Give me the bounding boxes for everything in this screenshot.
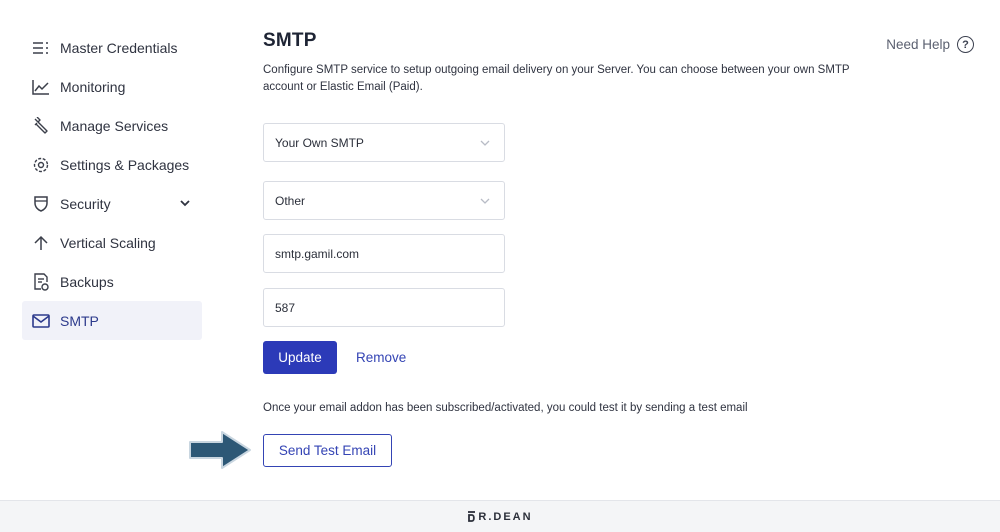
sidebar-item-monitoring[interactable]: Monitoring xyxy=(22,67,202,106)
chevron-down-icon xyxy=(480,140,490,146)
need-help-label: Need Help xyxy=(886,37,950,52)
main-content: SMTP Configure SMTP service to setup out… xyxy=(263,30,983,96)
brand-logo: R.DEAN xyxy=(467,511,532,523)
list-icon xyxy=(32,39,50,57)
update-button[interactable]: Update xyxy=(263,341,337,374)
brand-mark-icon xyxy=(467,511,476,522)
sidebar-item-label: SMTP xyxy=(60,312,99,329)
chevron-down-icon[interactable] xyxy=(180,200,190,207)
sidebar-item-security[interactable]: Security xyxy=(22,184,202,223)
smtp-port-input[interactable] xyxy=(263,288,505,327)
sidebar-item-label: Master Credentials xyxy=(60,39,178,56)
sidebar-item-backups[interactable]: Backups xyxy=(22,262,202,301)
page-description: Configure SMTP service to setup outgoing… xyxy=(263,64,850,93)
provider-select-value: Your Own SMTP xyxy=(275,135,364,150)
sidebar-item-label: Backups xyxy=(60,273,114,290)
sidebar-item-vertical-scaling[interactable]: Vertical Scaling xyxy=(22,223,202,262)
footer: R.DEAN xyxy=(0,500,1000,532)
test-email-note: Once your email addon has been subscribe… xyxy=(263,402,748,414)
service-select[interactable]: Other xyxy=(263,181,505,220)
sidebar-item-label: Vertical Scaling xyxy=(60,234,156,251)
remove-button[interactable]: Remove xyxy=(356,350,406,365)
sidebar-item-label: Monitoring xyxy=(60,78,126,95)
sidebar-item-manage-services[interactable]: Manage Services xyxy=(22,106,202,145)
backup-file-icon xyxy=(32,272,50,291)
page-title: SMTP xyxy=(263,30,317,51)
need-help-link[interactable]: Need Help ? xyxy=(886,36,974,53)
send-test-email-button[interactable]: Send Test Email xyxy=(263,434,392,467)
arrow-up-icon xyxy=(32,234,50,252)
smtp-host-input[interactable] xyxy=(263,234,505,273)
sidebar-item-label: Manage Services xyxy=(60,117,169,134)
brand-name: R.DEAN xyxy=(478,510,533,523)
pointer-arrow-icon xyxy=(186,428,256,477)
sidebar-item-settings-packages[interactable]: Settings & Packages xyxy=(22,145,202,184)
help-circle-icon: ? xyxy=(957,36,974,53)
provider-select[interactable]: Your Own SMTP xyxy=(263,123,505,162)
gear-icon xyxy=(32,156,50,174)
shield-icon xyxy=(32,195,50,213)
sidebar: Master Credentials Monitoring Manage Ser… xyxy=(22,28,202,340)
sidebar-item-smtp[interactable]: SMTP xyxy=(22,301,202,340)
wrench-icon xyxy=(32,116,50,135)
sidebar-item-master-credentials[interactable]: Master Credentials xyxy=(22,28,202,67)
chart-line-icon xyxy=(32,78,50,96)
sidebar-item-label: Settings & Packages xyxy=(60,156,190,173)
sidebar-item-label: Security xyxy=(60,195,111,212)
mail-icon xyxy=(32,312,50,330)
chevron-down-icon xyxy=(480,198,490,204)
service-select-value: Other xyxy=(275,193,306,208)
